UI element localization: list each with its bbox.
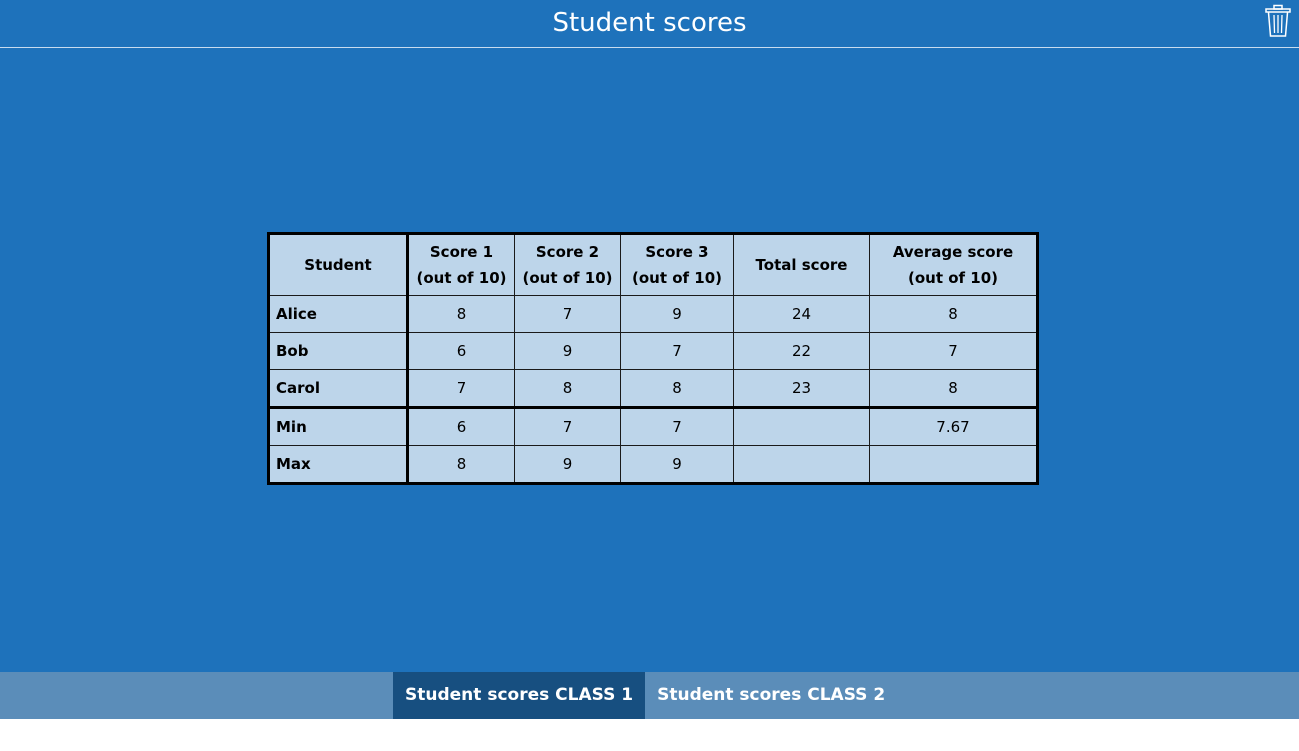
table-cell[interactable]: 22: [733, 332, 870, 370]
table-cell[interactable]: 7: [869, 332, 1038, 370]
trash-icon: [1265, 4, 1291, 37]
table-cell[interactable]: 8: [620, 369, 734, 408]
header-sublabel: (out of 10): [631, 269, 722, 287]
tab-class-1[interactable]: Student scores CLASS 1: [393, 672, 646, 719]
table-cell[interactable]: 9: [620, 445, 734, 484]
header-label: Average score: [892, 243, 1014, 261]
header-sublabel: (out of 10): [522, 269, 613, 287]
student-name-cell[interactable]: Bob: [268, 332, 409, 370]
tab-class-2[interactable]: Student scores CLASS 2: [645, 672, 897, 719]
table-cell[interactable]: 7: [514, 295, 621, 333]
page-title: Student scores: [552, 8, 747, 38]
scores-table-container: Student Score 1 (out of 10) Score 2 (out…: [267, 232, 1039, 485]
header-label: Score 1: [429, 243, 494, 261]
table-cell[interactable]: 8: [407, 445, 515, 484]
sheet-tabs: Student scores CLASS 1 Student scores CL…: [393, 672, 897, 719]
delete-button[interactable]: [1265, 4, 1291, 38]
header-sublabel: (out of 10): [416, 269, 507, 287]
table-cell[interactable]: 23: [733, 369, 870, 408]
table-cell[interactable]: 8: [407, 295, 515, 333]
header-sublabel: (out of 10): [907, 269, 998, 287]
table-cell[interactable]: [733, 445, 870, 484]
app-window: Student scores Student Score 1 (out of 1…: [0, 0, 1299, 751]
student-name-cell[interactable]: Alice: [268, 295, 409, 333]
header-cell-score3[interactable]: Score 3 (out of 10): [620, 233, 734, 296]
header-cell-score2[interactable]: Score 2 (out of 10): [514, 233, 621, 296]
table-cell[interactable]: [869, 445, 1038, 484]
stat-label-cell[interactable]: Min: [268, 406, 409, 446]
table-cell[interactable]: 7: [620, 406, 734, 446]
table-cell[interactable]: 7.67: [869, 406, 1038, 446]
table-cell[interactable]: 6: [407, 406, 515, 446]
table-cell[interactable]: 9: [514, 332, 621, 370]
table-cell[interactable]: 9: [620, 295, 734, 333]
table-row: Carol 7 8 8 23 8: [268, 369, 1038, 408]
table-header-row: Student Score 1 (out of 10) Score 2 (out…: [268, 233, 1038, 296]
table-cell[interactable]: [733, 406, 870, 446]
table-cell[interactable]: 7: [620, 332, 734, 370]
stat-label-cell[interactable]: Max: [268, 445, 409, 484]
student-name-cell[interactable]: Carol: [268, 369, 409, 408]
table-cell[interactable]: 6: [407, 332, 515, 370]
stats-row-min: Min 6 7 7 7.67: [268, 406, 1038, 446]
header-cell-average[interactable]: Average score (out of 10): [869, 233, 1038, 296]
header-cell-score1[interactable]: Score 1 (out of 10): [407, 233, 515, 296]
table-row: Alice 8 7 9 24 8: [268, 295, 1038, 333]
table-cell[interactable]: 9: [514, 445, 621, 484]
stats-row-max: Max 8 9 9: [268, 445, 1038, 484]
header: Student scores: [0, 0, 1299, 48]
sheet-area: Student scores Student Score 1 (out of 1…: [0, 0, 1299, 672]
header-label: Score 3: [645, 243, 709, 261]
table-cell[interactable]: 8: [869, 295, 1038, 333]
table-cell[interactable]: 7: [407, 369, 515, 408]
header-label: Student: [304, 256, 372, 274]
table-cell[interactable]: 7: [514, 406, 621, 446]
sheet-tab-bar: Student scores CLASS 1 Student scores CL…: [0, 672, 1299, 719]
table-cell[interactable]: 24: [733, 295, 870, 333]
scores-table: Student Score 1 (out of 10) Score 2 (out…: [267, 232, 1039, 485]
header-label: Score 2: [535, 243, 600, 261]
table-row: Bob 6 9 7 22 7: [268, 332, 1038, 370]
table-cell[interactable]: 8: [514, 369, 621, 408]
header-cell-total[interactable]: Total score: [733, 233, 870, 296]
header-label: Total score: [755, 256, 848, 274]
table-cell[interactable]: 8: [869, 369, 1038, 408]
header-cell-student[interactable]: Student: [268, 233, 409, 296]
